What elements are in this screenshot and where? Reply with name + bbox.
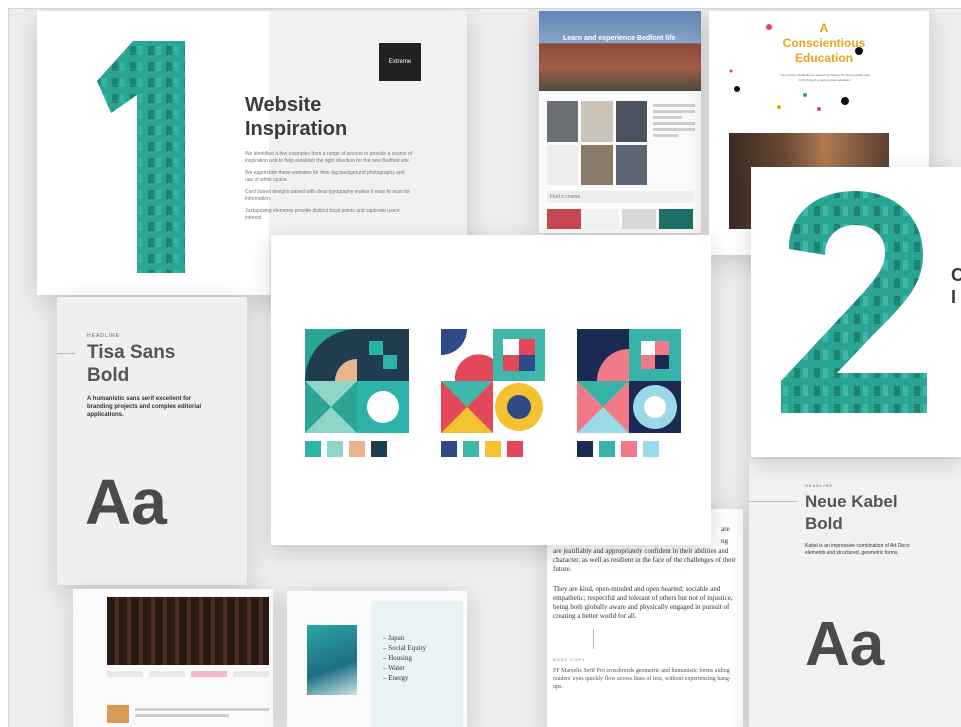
swatch-row-3 xyxy=(577,441,659,457)
color-swatch xyxy=(441,441,457,457)
paragraph: We identified a few examples from a rang… xyxy=(245,151,413,164)
pattern-tile-1 xyxy=(305,329,409,433)
menu-item-label: Water xyxy=(388,664,405,672)
kabel-description: Kabel is an impressive combination of Ar… xyxy=(805,543,910,556)
color-swatch xyxy=(327,441,343,457)
menu-item-label: Japan xyxy=(388,634,405,642)
body-copy-description: FF Marselis Serif Pro crossbreeds geomet… xyxy=(553,668,731,690)
tisa-sample-glyphs: Aa xyxy=(85,466,167,538)
confetti-dots xyxy=(729,24,863,111)
menu-item-water[interactable]: – Water xyxy=(383,663,426,673)
kabel-label: HEADLINE xyxy=(805,483,834,488)
menu-item-social-equity[interactable]: – Social Equity xyxy=(383,643,426,653)
tisa-label: HEADLINE xyxy=(87,333,121,339)
number-two-card: C I xyxy=(751,167,961,457)
news-column xyxy=(653,101,695,140)
inspiration-numeral-panel xyxy=(37,11,269,295)
auditorium-site-card xyxy=(73,589,273,727)
topics-image xyxy=(307,625,357,695)
body-copy-divider xyxy=(593,629,594,649)
tisa-name-line-2: Bold xyxy=(87,365,130,386)
menu-item-energy[interactable]: – Energy xyxy=(383,673,426,683)
swatch-row-1 xyxy=(305,441,387,457)
color-swatch xyxy=(599,441,615,457)
hero-text: Learn and experience Bedfont life xyxy=(563,35,676,42)
partial-heading: I xyxy=(951,287,957,307)
partial-text: are xyxy=(721,525,730,533)
body-paragraph: They are kind, open-minded and open hear… xyxy=(553,585,733,620)
inspiration-paragraphs: We identified a few examples from a rang… xyxy=(245,151,413,222)
kabel-name-line-1: Neue Kabel xyxy=(805,492,898,511)
body-paragraph: are justifiably and appropriately confid… xyxy=(553,547,736,573)
topics-site-card: – Japan – Social Equity – Housing – Wate… xyxy=(287,591,467,727)
color-swatch xyxy=(371,441,387,457)
color-swatch xyxy=(485,441,501,457)
course-search-input[interactable]: Find a course xyxy=(547,191,693,203)
pattern-card xyxy=(271,235,711,545)
numeral-two-graphic xyxy=(781,191,927,413)
topics-right-panel: – Japan – Social Equity – Housing – Wate… xyxy=(371,601,463,727)
menu-item-housing[interactable]: – Housing xyxy=(383,653,426,663)
tisa-font-name: Tisa Sans Bold xyxy=(87,341,175,387)
hero-image: Learn and experience Bedfont life xyxy=(539,11,701,91)
partial-text: ng xyxy=(721,537,728,545)
color-swatch xyxy=(463,441,479,457)
color-swatch xyxy=(305,441,321,457)
topics-menu: – Japan – Social Equity – Housing – Wate… xyxy=(383,633,426,683)
color-swatch xyxy=(621,441,637,457)
pattern-tile-3 xyxy=(577,329,681,433)
kabel-name-line-2: Bold xyxy=(805,514,843,533)
auditorium-footer xyxy=(107,705,269,723)
menu-item-japan[interactable]: – Japan xyxy=(383,633,426,643)
color-swatch xyxy=(643,441,659,457)
auditorium-nav xyxy=(107,671,269,677)
color-swatch xyxy=(577,441,593,457)
title-line-2: Inspiration xyxy=(245,118,348,140)
menu-item-label: Housing xyxy=(388,654,412,662)
color-swatch xyxy=(349,441,365,457)
title-line-1: Website xyxy=(245,94,322,116)
tisa-description: A humanistic sans serif excellent for br… xyxy=(87,396,202,418)
kabel-font-name: Neue Kabel Bold xyxy=(805,491,898,535)
body-copy-label: BODY COPY xyxy=(553,657,586,662)
moodboard-canvas: Extreme Website Inspiration We identifie… xyxy=(8,8,961,727)
school-website-card: Learn and experience Bedfont life Find a… xyxy=(539,11,701,233)
tisa-divider xyxy=(57,353,75,354)
tisa-name-line-1: Tisa Sans xyxy=(87,342,176,363)
menu-item-label: Social Equity xyxy=(388,644,427,652)
kabel-sample-glyphs: Aa xyxy=(805,610,885,679)
neue-kabel-card: HEADLINE Neue Kabel Bold Kabel is an imp… xyxy=(749,459,961,727)
paragraph: Juxtaposing elements provide distinct fo… xyxy=(245,208,401,221)
menu-item-label: Energy xyxy=(388,674,409,682)
kabel-divider xyxy=(749,501,797,502)
page-title: Website Inspiration xyxy=(245,93,347,141)
partial-heading: C xyxy=(951,265,961,286)
paragraph: Card based designs paired with clear typ… xyxy=(245,189,411,202)
photo-grid xyxy=(547,101,647,185)
topics-left-panel xyxy=(293,611,369,727)
auditorium-photo xyxy=(107,597,269,665)
bottom-strip xyxy=(547,209,693,229)
paragraph: We appreciate these websites for their b… xyxy=(245,170,405,183)
color-swatch xyxy=(507,441,523,457)
tisa-sans-card: HEADLINE Tisa Sans Bold A humanistic san… xyxy=(57,297,247,585)
swatch-row-2 xyxy=(441,441,523,457)
pattern-tile-2 xyxy=(441,329,545,433)
numeral-one-graphic xyxy=(97,41,185,273)
extreme-badge: Extreme xyxy=(379,43,421,81)
search-label: Find a course xyxy=(550,194,581,200)
